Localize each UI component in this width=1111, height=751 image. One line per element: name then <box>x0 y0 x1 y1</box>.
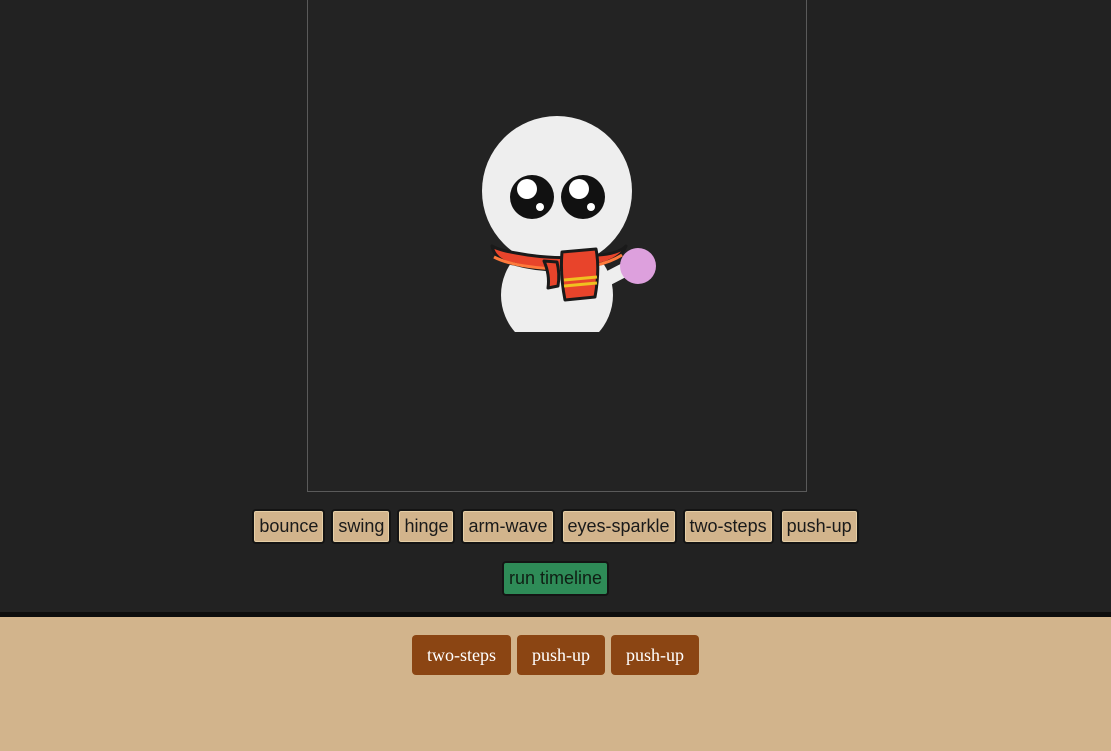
bounce-button[interactable]: bounce <box>252 509 326 544</box>
swing-button[interactable]: swing <box>331 509 392 544</box>
eyes-sparkle-button[interactable]: eyes-sparkle <box>560 509 677 544</box>
timeline-item[interactable]: two-steps <box>412 635 511 675</box>
right-eye <box>561 175 605 219</box>
hinge-button[interactable]: hinge <box>397 509 456 544</box>
snowman-figure <box>482 116 656 332</box>
snowman-head <box>482 116 632 266</box>
push-up-button[interactable]: push-up <box>779 509 859 544</box>
timeline-item[interactable]: push-up <box>517 635 605 675</box>
animation-stage <box>307 0 807 492</box>
run-row: run timeline <box>0 561 1111 596</box>
arm-wave-button[interactable]: arm-wave <box>461 509 555 544</box>
snowman-hand <box>620 248 656 284</box>
animation-button-bar: bounce swing hinge arm-wave eyes-sparkle… <box>0 509 1111 544</box>
run-timeline-button[interactable]: run timeline <box>501 561 610 596</box>
timeline-queue: two-steps push-up push-up <box>0 635 1111 675</box>
timeline-item[interactable]: push-up <box>611 635 699 675</box>
left-eye <box>510 175 554 219</box>
two-steps-button[interactable]: two-steps <box>682 509 774 544</box>
timeline-panel: two-steps push-up push-up <box>0 617 1111 751</box>
